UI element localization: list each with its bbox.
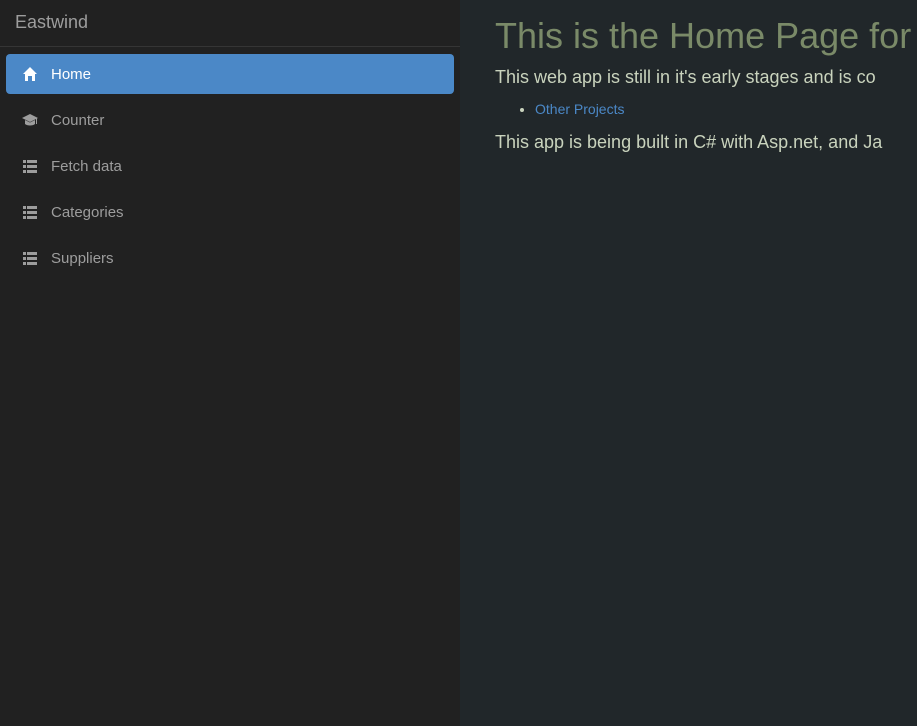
sidebar-item-categories[interactable]: Categories [6, 192, 454, 232]
page-title: This is the Home Page for [495, 15, 912, 56]
sidebar-item-label: Suppliers [51, 249, 114, 267]
main-content: This is the Home Page for This web app i… [460, 0, 917, 726]
sidebar: Eastwind Home Counter Fetch data Categor… [0, 0, 460, 726]
sidebar-item-counter[interactable]: Counter [6, 100, 454, 140]
other-projects-link[interactable]: Other Projects [535, 101, 624, 117]
list-item: Other Projects [535, 100, 917, 118]
app-root: Eastwind Home Counter Fetch data Categor… [0, 0, 917, 726]
page-body: This is the Home Page for This web app i… [495, 16, 917, 154]
intro-text: This web app is still in it's early stag… [495, 67, 876, 87]
sidebar-item-fetch-data[interactable]: Fetch data [6, 146, 454, 186]
list-icon [22, 204, 38, 220]
sidebar-item-label: Home [51, 65, 92, 83]
sidebar-item-home[interactable]: Home [6, 54, 454, 94]
sidebar-item-label: Counter [51, 111, 105, 129]
list-icon [22, 158, 38, 174]
sidebar-item-suppliers[interactable]: Suppliers [6, 238, 454, 278]
home-icon [22, 66, 38, 82]
sidebar-item-label: Categories [51, 203, 124, 221]
graduation-cap-icon [22, 112, 38, 128]
project-links: Other Projects [495, 100, 917, 118]
sidebar-nav: Home Counter Fetch data Categories Suppl… [0, 47, 460, 278]
list-icon [22, 250, 38, 266]
built-with-text: This app is being built in C# with Asp.n… [495, 132, 883, 152]
sidebar-item-label: Fetch data [51, 157, 122, 175]
brand-title[interactable]: Eastwind [0, 0, 460, 47]
